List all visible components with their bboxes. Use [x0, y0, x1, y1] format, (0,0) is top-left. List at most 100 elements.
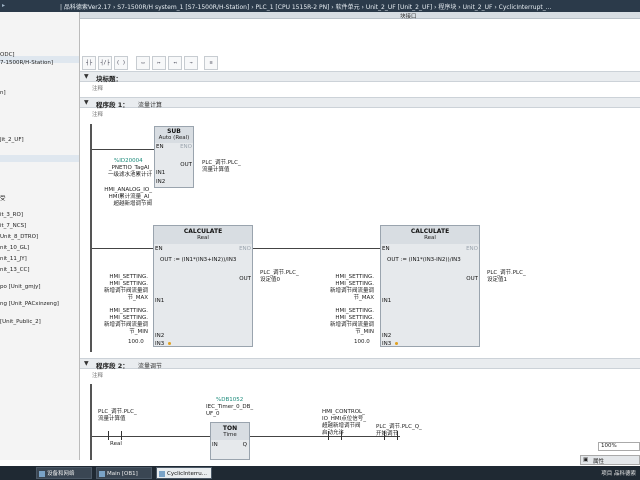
tree-item[interactable]: nit_13_CC] [0, 267, 30, 273]
calc1-eno: ENO [239, 246, 251, 252]
ton-type[interactable]: Time [211, 432, 249, 438]
calc1-type[interactable]: Real [154, 235, 252, 241]
tree-item[interactable]: nit_10_GL] [0, 245, 29, 251]
coil-button[interactable]: ( ) [114, 56, 128, 70]
network-1-title[interactable]: 流量计算 [138, 100, 162, 109]
tree-item[interactable]: ng [Unit_PACxinzeng] [0, 301, 59, 307]
calc2-formula[interactable]: OUT := (IN1*(IN3-IN2))/IN3 [387, 257, 461, 263]
tree-item[interactable]: nit_11_JY] [0, 256, 27, 262]
in3-marker [395, 342, 398, 345]
sub-eno: ENO [180, 144, 192, 150]
tree-item[interactable]: 受 [0, 194, 6, 202]
project-tree[interactable]: ODC] 7-1500R/H-Station] n] Jit_2_UF] 受 i… [0, 12, 80, 460]
ton-block[interactable]: TON Time IN Q [210, 422, 250, 460]
calc2-in3: IN3 [382, 341, 392, 347]
block-interface-header[interactable]: 块接口 [80, 12, 640, 20]
coil2-operand[interactable]: PLC_调节.PLC_Q_ 开始调节 [376, 424, 422, 438]
wire [252, 248, 380, 249]
block-comment[interactable]: 注释 [92, 84, 103, 92]
properties-label: 属性 [593, 459, 605, 465]
calc1-formula[interactable]: OUT := (IN1*(IN3+IN2))/IN3 [160, 257, 236, 263]
sub-title: SUB [167, 128, 181, 135]
box-button[interactable]: ▭ [136, 56, 150, 70]
calculate-block-1[interactable]: CALCULATE Real EN ENO OUT := (IN1*(IN3+I… [153, 225, 253, 347]
block-icon [99, 471, 105, 477]
task-main-ob1[interactable]: Main [OB1] [96, 467, 152, 479]
wire [92, 248, 154, 249]
calc1-out: OUT [239, 276, 251, 282]
properties-icon: ▣ [583, 457, 589, 463]
ton-q: Q [242, 442, 247, 448]
open-branch-button[interactable]: ↦ [152, 56, 166, 70]
taskbar-project-label[interactable]: 项目 品科德索 [601, 469, 636, 477]
n2-contact-operand[interactable]: PLC_调节.PLC_ 流量计算值 [98, 409, 137, 423]
tree-item[interactable]: Unit_8_DTRO] [0, 234, 38, 240]
network-button[interactable]: ≡ [204, 56, 218, 70]
calc1-out-operand[interactable]: PLC_调节.PLC_ 设定值0 [260, 270, 299, 284]
power-rail [90, 384, 92, 460]
calc2-eno: ENO [466, 246, 478, 252]
tree-item[interactable]: [Unit_Public_2] [0, 319, 41, 325]
network-2-comment[interactable]: 注释 [92, 371, 103, 379]
tree-item[interactable]: it_7_NCS] [0, 223, 26, 229]
task-devices[interactable]: 设备和网络 [36, 467, 92, 479]
calc1-in2-operand[interactable]: HMI_SETTING. HMI_SETTING. 新增调节阀流量调 节_MIN [80, 308, 148, 336]
wire [92, 149, 155, 150]
tree-item[interactable]: it_3_RO] [0, 212, 23, 218]
nc-contact-button[interactable]: ┤/├ [98, 56, 112, 70]
block-icon [159, 471, 165, 477]
sub-out-operand[interactable]: PLC_调节.PLC_ 流量计算值 [202, 160, 241, 174]
calculate-block-2[interactable]: CALCULATE Real EN ENO OUT := (IN1*(IN3-I… [380, 225, 480, 347]
sub-out: OUT [180, 162, 192, 168]
calc1-title: CALCULATE [183, 228, 223, 235]
calc1-in1-operand[interactable]: HMI_SETTING. HMI_SETTING. 新增调节阀流量调 节_MAX [80, 274, 148, 302]
ton-db-address[interactable]: %DB1052 [216, 397, 243, 403]
ladder-editor[interactable]: 块接口 ┤├ ┤/├ ( ) ▭ ↦ ↤ → ≡ ▼ 块标题： 注释 ▼ 程序段… [80, 12, 640, 460]
close-branch-button[interactable]: ↤ [168, 56, 182, 70]
task-cyclic[interactable]: CyclicInterru... [156, 467, 212, 479]
tree-item[interactable]: ODC] [0, 52, 15, 58]
calc2-out: OUT [466, 276, 478, 282]
n2-contact-2[interactable] [328, 431, 342, 440]
tree-item[interactable]: po [Unit_gmjy] [0, 284, 40, 290]
calc2-title: CALCULATE [410, 228, 450, 235]
sub-in2-operand[interactable]: HMI_ANALOG_IO_ HMI累计流量_AI_ 超越新增调节阀 [80, 187, 152, 208]
tree-item[interactable]: 7-1500R/H-Station] [0, 60, 53, 66]
network-2-label: 程序段 2： [96, 362, 129, 370]
block-title-label: 块标题： [96, 75, 122, 83]
taskbar[interactable]: 设备和网络 Main [OB1] CyclicInterru... 项目 品科德… [0, 466, 640, 480]
output-coil[interactable] [384, 431, 398, 440]
network-2-title[interactable]: 流量调节 [138, 361, 162, 370]
breadcrumb: | 品科德索Ver2.17 › S7-1500R/H system_1 [S7-… [60, 4, 552, 11]
sub-in1-operand[interactable]: _PNETIO_TagAI_ 一级滤水池累计计 [80, 165, 152, 179]
calc1-in3-value[interactable]: 100.0 [128, 339, 144, 345]
tree-item[interactable]: n] [0, 90, 6, 96]
tree-item[interactable]: Jit_2_UF] [0, 137, 24, 143]
calc2-in1-operand[interactable]: HMI_SETTING. HMI_SETTING. 新增调节阀流量调 节_MAX [306, 274, 374, 302]
collapse-icon[interactable]: ▼ [84, 99, 89, 106]
ton-in: IN [212, 442, 218, 448]
compare-contact[interactable] [108, 431, 122, 440]
network-1-comment[interactable]: 注释 [92, 110, 103, 118]
network-1-bar[interactable]: ▼ 程序段 1： 流量计算 [80, 97, 640, 109]
collapse-icon[interactable]: ▼ [84, 360, 89, 367]
ton-instance[interactable]: IEC_Timer_0_DB_ UF_0 [206, 404, 253, 418]
connection-button[interactable]: → [184, 56, 198, 70]
sub-type[interactable]: Auto (Real) [155, 135, 193, 141]
properties-tab[interactable]: ▣ 属性 [580, 455, 640, 465]
sub-block[interactable]: SUB Auto (Real) EN ENO IN1 OUT IN2 [154, 126, 194, 188]
calc2-in3-value[interactable]: 100.0 [354, 339, 370, 345]
calc2-in2-operand[interactable]: HMI_SETTING. HMI_SETTING. 新增调节阀流量调 节_MIN [306, 308, 374, 336]
calc2-in1: IN1 [382, 298, 392, 304]
block-title-bar[interactable]: ▼ 块标题： [80, 71, 640, 83]
sub-in1-address[interactable]: %ID20004 [114, 158, 143, 164]
calc2-type[interactable]: Real [381, 235, 479, 241]
calc2-out-operand[interactable]: PLC_调节.PLC_ 设定值1 [487, 270, 526, 284]
network-1-label: 程序段 1： [96, 101, 129, 109]
network-2-bar[interactable]: ▼ 程序段 2： 流量调节 [80, 358, 640, 370]
zoom-field[interactable]: 100% [598, 442, 640, 451]
ton-title: TON [222, 425, 238, 432]
no-contact-button[interactable]: ┤├ [82, 56, 96, 70]
collapse-icon[interactable]: ▼ [84, 73, 89, 80]
tree-highlight [0, 155, 79, 162]
